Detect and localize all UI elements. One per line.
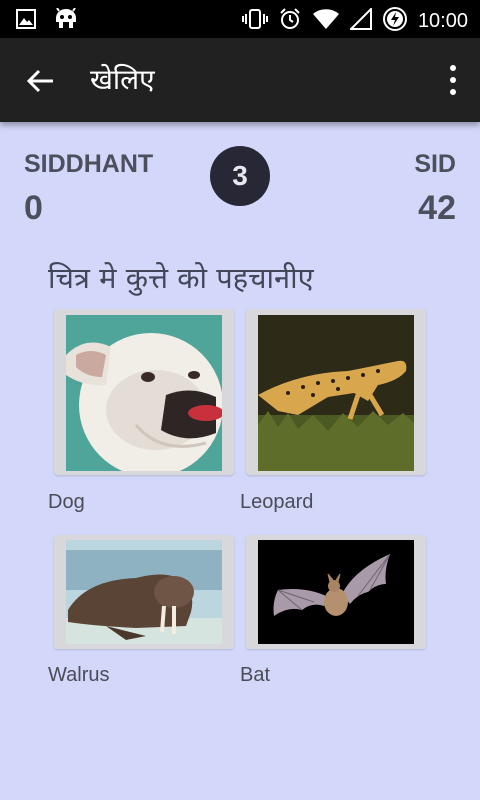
overflow-menu-button[interactable]	[446, 62, 460, 98]
option-label-bat[interactable]: Bat	[240, 664, 270, 687]
player1-name: SIDDHANT	[24, 150, 154, 178]
option-label-leopard[interactable]: Leopard	[240, 491, 313, 514]
wifi-icon	[312, 8, 340, 34]
bat-image	[258, 540, 414, 644]
option-card-walrus[interactable]	[54, 535, 234, 649]
round-badge: 3	[210, 146, 270, 206]
dog-image	[66, 315, 222, 471]
option-card-leopard[interactable]	[246, 309, 426, 475]
signal-icon	[348, 6, 372, 34]
player2-name: SID	[414, 150, 456, 178]
option-label-walrus[interactable]: Walrus	[48, 664, 109, 687]
option-label-dog[interactable]: Dog	[48, 491, 85, 514]
battery-charging-icon	[382, 6, 408, 36]
status-bar: 10:00	[0, 0, 480, 38]
option-card-bat[interactable]	[246, 535, 426, 649]
player1-score-panel: SIDDHANT 0	[24, 150, 153, 228]
leopard-image	[258, 315, 414, 471]
overflow-menu-icon	[450, 65, 456, 71]
page-title: खेलिए	[90, 63, 155, 96]
image-icon	[16, 9, 36, 33]
option-card-dog[interactable]	[54, 309, 234, 475]
question-text: चित्र मे कुत्ते को पहचानीए	[48, 261, 314, 295]
walrus-image	[66, 540, 222, 644]
vibrate-icon	[241, 8, 268, 34]
back-arrow-icon	[26, 69, 53, 93]
app-bar: खेलिए	[0, 38, 480, 122]
player2-score-panel: SID 42	[414, 150, 456, 228]
android-icon	[54, 7, 78, 34]
player2-score: 42	[418, 189, 456, 227]
alarm-icon	[278, 7, 302, 35]
player1-score: 0	[24, 189, 43, 227]
back-button[interactable]	[24, 64, 58, 98]
clock-time: 10:00	[417, 9, 468, 32]
